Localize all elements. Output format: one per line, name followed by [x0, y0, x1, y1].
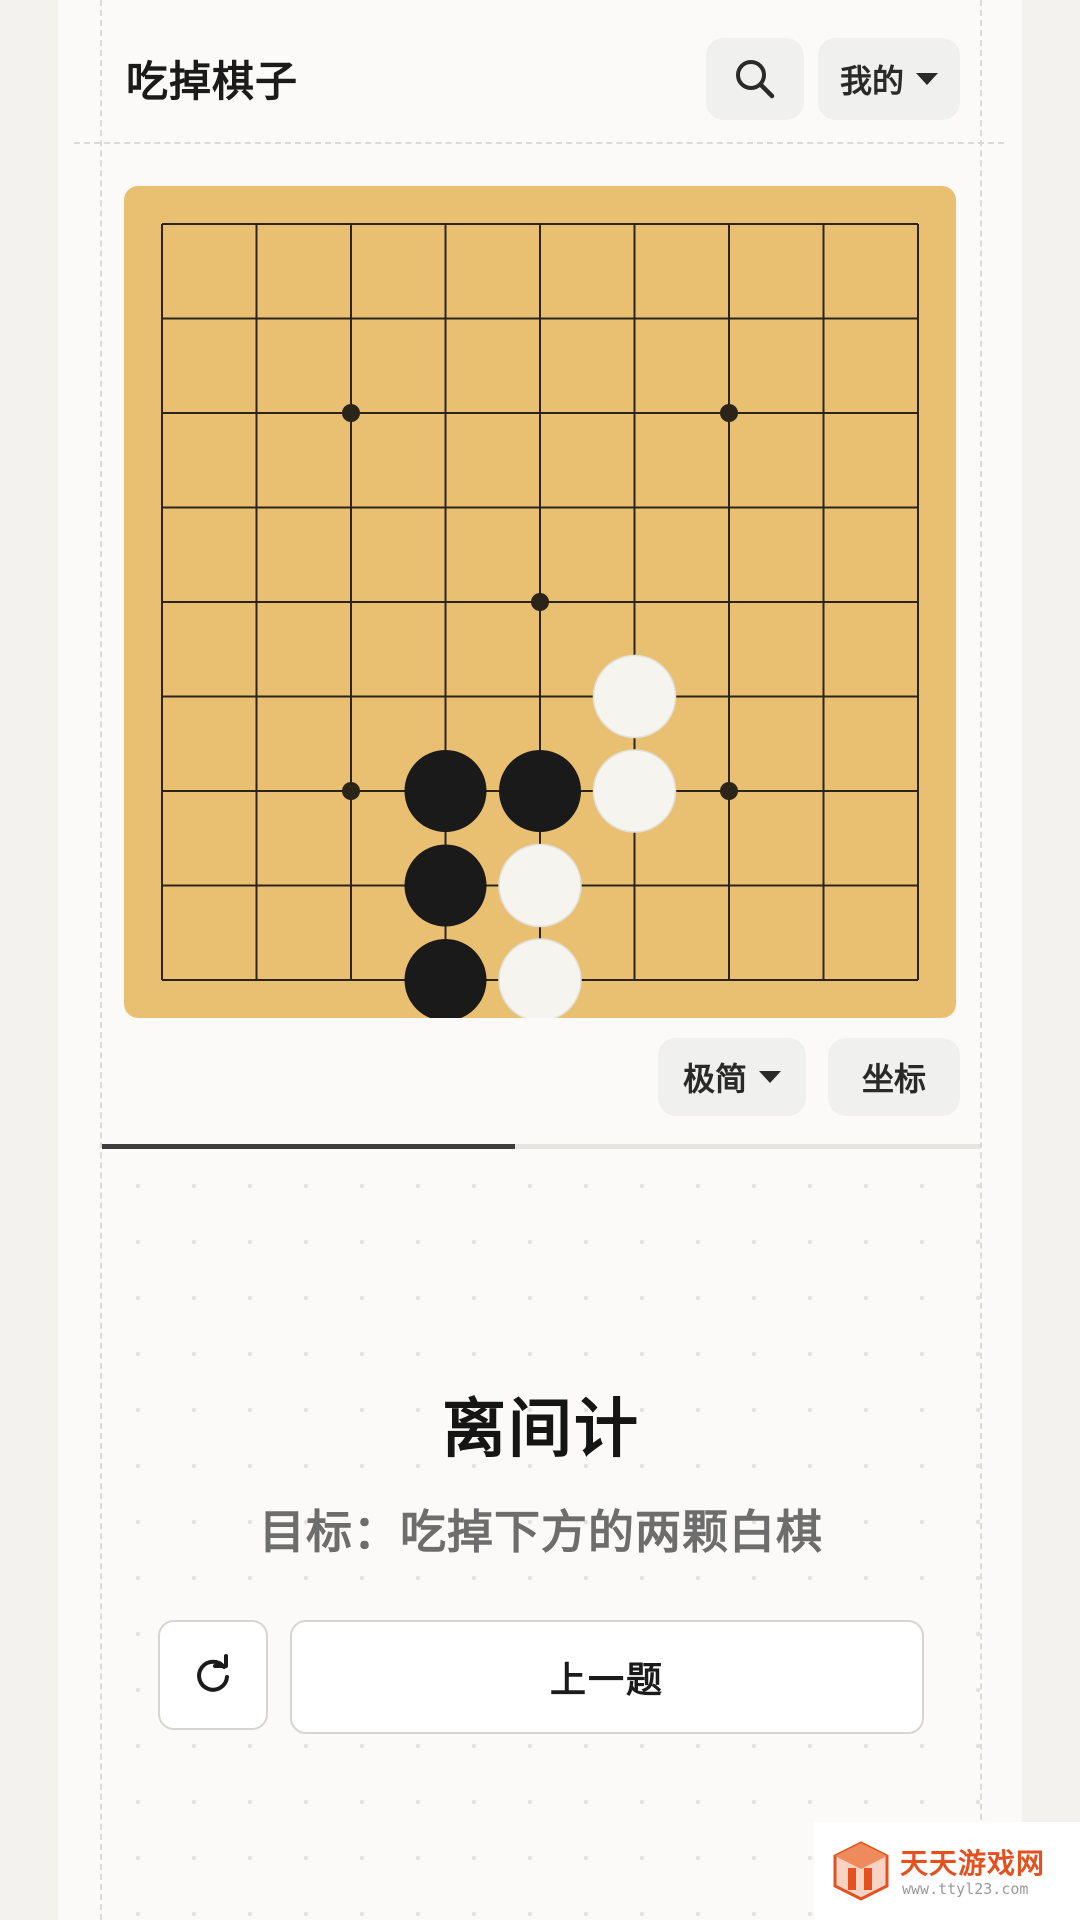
user-menu-button[interactable]: 我的	[818, 38, 960, 120]
progress-bar-fill	[102, 1144, 515, 1149]
star-point	[720, 782, 738, 800]
refresh-icon	[197, 1654, 229, 1692]
watermark: 天天游戏网 www.ttyl23.com	[814, 1822, 1080, 1920]
brand-logo-icon	[833, 1841, 889, 1901]
coordinates-toggle-label: 坐标	[861, 1060, 926, 1098]
previous-puzzle-label: 上一题	[549, 1660, 664, 1701]
star-point	[342, 404, 360, 422]
previous-puzzle-button[interactable]: 上一题	[290, 1620, 924, 1734]
black-stone	[404, 939, 487, 1018]
star-point	[342, 782, 360, 800]
app-title: 吃掉棋子	[126, 57, 299, 106]
user-menu-label: 我的	[839, 62, 904, 100]
black-stone	[499, 750, 581, 832]
watermark-brand: 天天游戏网	[900, 1847, 1046, 1880]
puzzle-goal: 目标：吃掉下方的两颗白棋	[259, 1505, 823, 1559]
star-point	[531, 593, 549, 611]
coordinates-toggle[interactable]: 坐标	[828, 1038, 960, 1116]
guide-line-header	[74, 142, 1004, 144]
watermark-url: www.ttyl23.com	[902, 1880, 1029, 1898]
board-canvas[interactable]	[124, 186, 956, 1018]
style-select[interactable]: 极简	[658, 1038, 806, 1116]
reset-button[interactable]	[158, 1620, 268, 1730]
search-icon	[736, 60, 775, 99]
puzzle-title: 离间计	[442, 1393, 640, 1467]
chevron-down-icon	[916, 73, 938, 85]
white-stone	[592, 654, 677, 739]
progress-bar	[102, 1144, 980, 1149]
white-stone	[498, 843, 582, 928]
style-select-label: 极简	[682, 1060, 747, 1098]
white-stone	[592, 749, 677, 833]
guide-line-right	[980, 0, 982, 1920]
star-point	[720, 404, 738, 422]
go-board[interactable]	[124, 186, 956, 1018]
chevron-down-icon	[759, 1071, 781, 1083]
black-stone	[404, 844, 487, 927]
black-stone	[404, 750, 487, 832]
search-button[interactable]	[706, 38, 804, 120]
white-stone	[498, 938, 582, 1018]
